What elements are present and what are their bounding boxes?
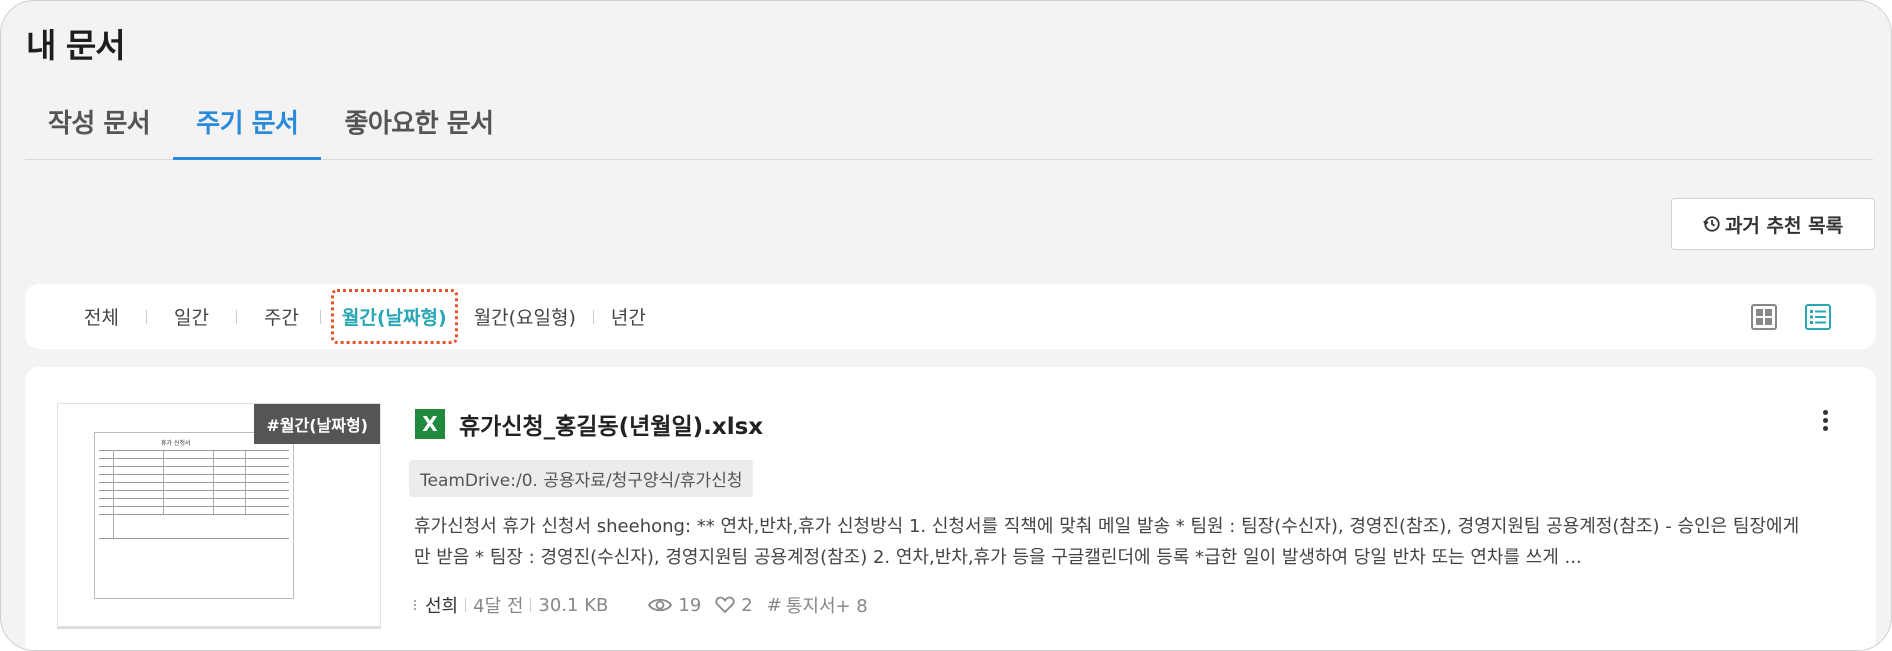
more-options-icon[interactable] bbox=[1814, 407, 1836, 437]
filter-all[interactable]: 전체 bbox=[73, 303, 130, 330]
document-preview: 휴가 신청서 bbox=[94, 432, 294, 599]
like-count: 2 bbox=[741, 594, 753, 616]
filter-yearly[interactable]: 년간 bbox=[600, 303, 657, 330]
filter-monthly-date[interactable]: 월간(날짜형) bbox=[330, 289, 458, 344]
view-count: 19 bbox=[678, 594, 702, 616]
author-marker-icon bbox=[414, 600, 416, 610]
history-recommendations-button[interactable]: 과거 추천 목록 bbox=[1671, 198, 1875, 250]
filter-weekly[interactable]: 주간 bbox=[253, 303, 310, 330]
tab-written-docs[interactable]: 작성 문서 bbox=[25, 101, 173, 157]
history-icon bbox=[1703, 216, 1720, 232]
excel-file-icon: X bbox=[415, 409, 445, 439]
eye-icon bbox=[648, 598, 673, 612]
likes-stat[interactable]: 2 bbox=[715, 594, 753, 616]
tag-summary: 통지서+ 8 bbox=[785, 596, 868, 617]
period-filter-bar: 전체 일간 주간 월간(날짜형) 월간(요일형) 년간 bbox=[25, 284, 1876, 349]
file-size: 30.1 KB bbox=[538, 594, 609, 616]
tab-liked-docs[interactable]: 좋아요한 문서 bbox=[321, 101, 516, 157]
period-tag-badge: #월간(날짜형) bbox=[254, 404, 380, 444]
modified-time: 4달 전 bbox=[473, 596, 524, 617]
file-path[interactable]: TeamDrive:/0. 공용자료/청구양식/휴가신청 bbox=[409, 460, 754, 497]
list-view-icon[interactable] bbox=[1802, 301, 1834, 333]
filter-monthly-weekday[interactable]: 월간(요일형) bbox=[463, 303, 587, 330]
document-meta: 선희 4달 전 30.1 KB 19 2 # 통지서+ 8 bbox=[414, 592, 868, 618]
views-stat: 19 bbox=[648, 595, 701, 616]
tab-periodic-docs[interactable]: 주기 문서 bbox=[173, 101, 322, 160]
grid-view-icon[interactable] bbox=[1748, 301, 1780, 333]
hash-icon: # bbox=[766, 594, 782, 616]
filter-divider bbox=[319, 309, 321, 324]
preview-title: 휴가 신청서 bbox=[161, 440, 191, 447]
author-name[interactable]: 선희 bbox=[425, 592, 458, 618]
document-description: 휴가신청서 휴가 신청서 sheehong: ** 연차,반차,휴가 신청방식 … bbox=[414, 516, 1800, 568]
page-title: 내 문서 bbox=[26, 26, 126, 65]
heart-icon bbox=[715, 596, 735, 614]
document-thumbnail[interactable]: 휴가 신청서 #월간(날짜형) bbox=[57, 403, 381, 627]
my-documents-panel: 내 문서 작성 문서 주기 문서 좋아요한 문서 과거 추천 목록 전체 일간 … bbox=[0, 0, 1892, 651]
filter-divider bbox=[235, 309, 237, 324]
file-name-link[interactable]: 휴가신청_홍길동(년월일).xlsx bbox=[459, 407, 763, 441]
filter-divider bbox=[592, 309, 594, 324]
history-button-label: 과거 추천 목록 bbox=[1724, 214, 1844, 237]
filter-daily[interactable]: 일간 bbox=[163, 303, 220, 330]
document-card[interactable]: 휴가 신청서 #월간(날짜형) X 휴가신청_홍길동(년월일).xlsx Tea… bbox=[25, 367, 1876, 650]
filter-divider bbox=[145, 309, 147, 324]
tags-stat[interactable]: # 통지서+ 8 bbox=[767, 592, 868, 618]
document-tabs: 작성 문서 주기 문서 좋아요한 문서 bbox=[25, 101, 1873, 160]
